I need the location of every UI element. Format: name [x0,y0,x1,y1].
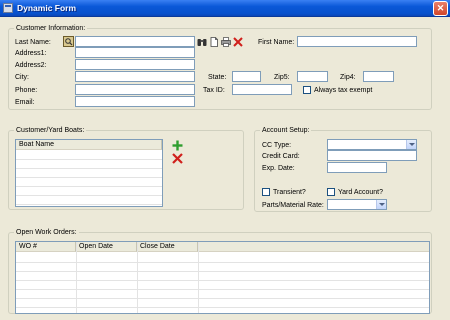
credit-card-label: Credit Card: [262,153,300,160]
state-label: State: [208,74,227,81]
phone-label: Phone: [15,87,38,94]
delete-icon[interactable] [233,37,243,47]
list-row [16,204,162,205]
customer-yard-boats-legend: Customer/Yard Boats: [14,126,87,135]
remove-icon[interactable] [172,153,183,164]
list-row [16,195,162,196]
close-date-column-header[interactable]: Close Date [137,242,198,252]
always-tax-exempt-label: Always tax exempt [314,87,373,94]
cc-type-label: CC Type: [262,142,292,149]
transient-checkbox[interactable] [262,188,270,196]
address2-label: Address2: [15,62,47,69]
email-label: Email: [15,99,35,106]
boat-name-column-header[interactable]: Boat Name [16,140,162,150]
empty-column-header [198,242,429,252]
yard-account-label: Yard Account? [338,189,384,196]
table-row [16,289,429,290]
add-icon[interactable] [172,140,183,151]
city-label: City: [15,74,29,81]
table-row [16,271,429,272]
list-row [16,159,162,160]
address2-input[interactable] [75,59,195,70]
tax-id-label: Tax ID: [203,87,225,94]
account-setup-legend: Account Setup: [260,126,312,135]
table-row [16,280,429,281]
chevron-down-icon[interactable] [406,140,416,149]
phone-input[interactable] [75,84,195,95]
zip5-label: Zip5: [274,74,290,81]
wo-number-column-header[interactable]: WO # [16,242,76,252]
title-bar: Dynamic Form ✕ [0,0,450,17]
table-row [16,262,429,263]
app-icon [3,3,13,13]
credit-card-input[interactable] [327,150,417,161]
column-divider [198,242,199,313]
lookup-icon[interactable] [63,36,74,47]
parts-material-rate-label: Parts/Material Rate: [262,202,324,209]
first-name-label: First Name: [258,39,295,46]
zip5-input[interactable] [297,71,328,82]
address1-label: Address1: [15,50,47,57]
boats-list[interactable]: Boat Name [15,139,163,207]
close-button[interactable]: ✕ [433,1,448,16]
email-input[interactable] [75,96,195,107]
list-row [16,186,162,187]
last-name-input[interactable] [75,36,195,47]
table-row [16,298,429,299]
transient-label: Transient? [273,189,306,196]
table-row [16,307,429,308]
exp-date-label: Exp. Date: [262,165,295,172]
new-document-icon[interactable] [209,37,219,47]
exp-date-input[interactable] [327,162,387,173]
list-row [16,168,162,169]
always-tax-exempt-checkbox[interactable] [303,86,311,94]
open-date-column-header[interactable]: Open Date [76,242,137,252]
column-divider [76,242,77,313]
tax-id-input[interactable] [232,84,292,95]
column-divider [137,242,138,313]
parts-material-rate-select[interactable] [327,199,387,210]
zip4-label: Zip4: [340,74,356,81]
customer-information-legend: Customer Information: [14,24,88,33]
first-name-input[interactable] [297,36,417,47]
yard-account-checkbox[interactable] [327,188,335,196]
print-icon[interactable] [221,37,231,47]
cc-type-select[interactable] [327,139,417,150]
last-name-label: Last Name: [15,39,51,46]
list-row [16,177,162,178]
window-title: Dynamic Form [17,3,77,13]
city-input[interactable] [75,71,195,82]
chevron-down-icon[interactable] [376,200,386,209]
zip4-input[interactable] [363,71,394,82]
open-work-orders-legend: Open Work Orders: [14,228,79,237]
address1-input[interactable] [75,47,195,58]
work-orders-list[interactable]: WO # Open Date Close Date [15,241,430,314]
state-input[interactable] [232,71,261,82]
binoculars-icon[interactable] [197,37,207,47]
